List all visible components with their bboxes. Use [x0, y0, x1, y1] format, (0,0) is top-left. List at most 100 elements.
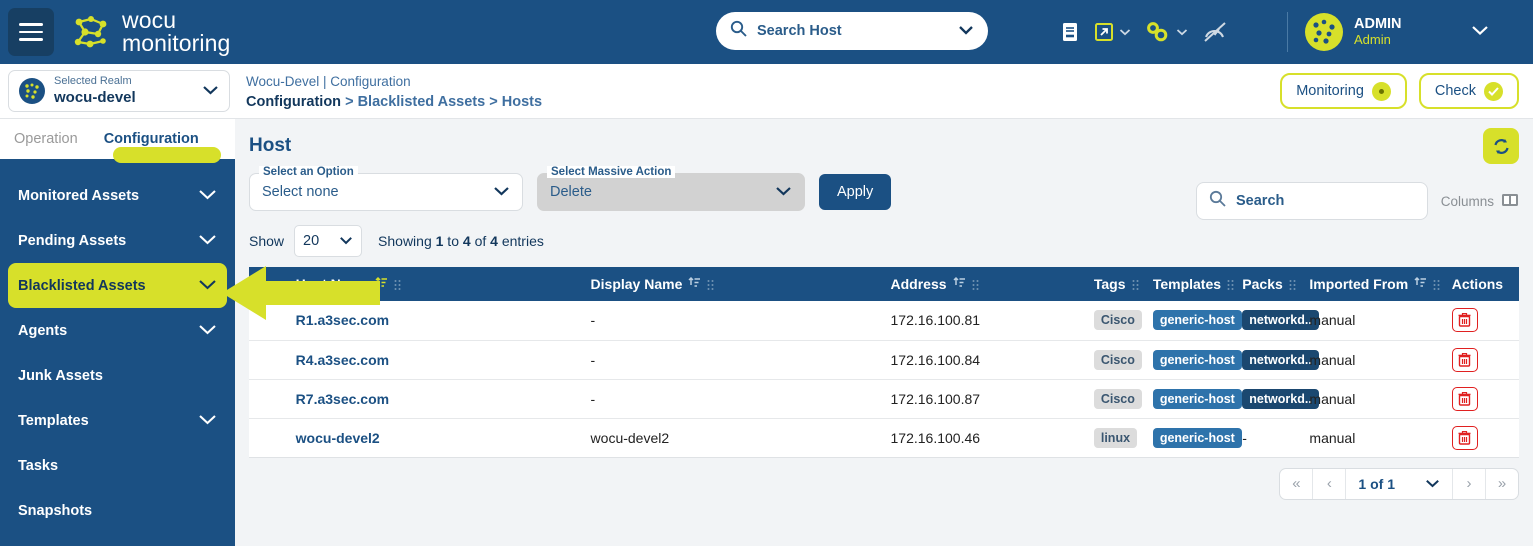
cell-select[interactable]: [249, 418, 290, 457]
first-page-button[interactable]: «: [1280, 469, 1312, 499]
th-templates[interactable]: Templates: [1147, 267, 1236, 301]
chevron-down-icon[interactable]: [339, 232, 353, 250]
th-display-name-label: Display Name: [591, 276, 683, 292]
cell-packs: -: [1236, 418, 1303, 457]
sidebar-item-pending-assets[interactable]: Pending Assets: [8, 218, 227, 263]
sidebar-item-snapshots[interactable]: Snapshots: [8, 488, 227, 533]
column-resize-grip[interactable]: [1433, 278, 1440, 290]
sort-icon[interactable]: [953, 276, 966, 292]
delete-icon[interactable]: [1452, 387, 1478, 411]
sidebar-item-templates[interactable]: Templates: [8, 398, 227, 443]
cell-imported-from: manual: [1303, 418, 1445, 457]
sidebar-item-junk-assets[interactable]: Junk Assets: [8, 353, 227, 398]
showing-mid: of: [471, 233, 490, 249]
template-badge: generic-host: [1153, 389, 1242, 409]
column-resize-grip[interactable]: [1227, 278, 1234, 290]
check-button[interactable]: Check: [1419, 73, 1519, 109]
chevron-down-icon[interactable]: [1119, 23, 1131, 41]
table-row[interactable]: R4.a3sec.com - 172.16.100.84 Cisco gener…: [249, 340, 1519, 379]
breadcrumb-item-configuration[interactable]: Configuration: [246, 94, 341, 110]
delete-icon[interactable]: [1452, 308, 1478, 332]
sidebar-item-monitored-assets[interactable]: Monitored Assets: [8, 173, 227, 218]
column-resize-grip[interactable]: [707, 278, 714, 290]
eye-icon: [1372, 82, 1391, 101]
cell-select[interactable]: [249, 340, 290, 379]
cell-actions: [1446, 340, 1519, 379]
sidebar-item-agents[interactable]: Agents: [8, 308, 227, 353]
pagination-controls: « ‹ 1 of 1 › »: [1279, 468, 1519, 500]
burger-line: [19, 23, 43, 26]
sort-icon[interactable]: [688, 276, 701, 292]
host-search-box[interactable]: Search Host: [716, 12, 988, 50]
dashboard-off-icon[interactable]: [1202, 20, 1228, 44]
chevron-down-icon[interactable]: [958, 22, 974, 40]
sub-header-bar: Selected Realm wocu-devel Wocu-Devel | C…: [0, 64, 1533, 119]
external-link-icon[interactable]: [1094, 22, 1131, 42]
chevron-down-icon[interactable]: [198, 188, 217, 204]
chevron-down-icon[interactable]: [775, 183, 792, 201]
book-icon[interactable]: [1060, 21, 1080, 43]
column-resize-grip[interactable]: [1132, 278, 1139, 290]
chevron-down-icon[interactable]: [198, 413, 217, 429]
select-option-dropdown[interactable]: Select an Option Select none: [249, 173, 523, 211]
sidebar-nav: Monitored Assets Pending Assets Blacklis…: [0, 159, 235, 533]
prev-page-button[interactable]: ‹: [1313, 469, 1345, 499]
gears-icon[interactable]: [1145, 21, 1188, 43]
host-link[interactable]: wocu-devel2: [296, 430, 380, 446]
chevron-down-icon[interactable]: [493, 183, 510, 201]
refresh-button[interactable]: [1483, 128, 1519, 164]
menu-toggle-button[interactable]: [8, 8, 54, 56]
chevron-down-icon[interactable]: [198, 278, 217, 294]
delete-icon[interactable]: [1452, 426, 1478, 450]
table-row[interactable]: R7.a3sec.com - 172.16.100.87 Cisco gener…: [249, 379, 1519, 418]
breadcrumb-item-hosts[interactable]: Hosts: [502, 94, 542, 110]
chevron-down-icon[interactable]: [198, 233, 217, 249]
table-row[interactable]: R1.a3sec.com - 172.16.100.81 Cisco gener…: [249, 301, 1519, 340]
th-packs[interactable]: Packs: [1236, 267, 1303, 301]
th-display-name[interactable]: Display Name: [585, 267, 885, 301]
chevron-down-icon[interactable]: [1471, 23, 1489, 41]
tab-operation[interactable]: Operation: [14, 131, 78, 147]
column-resize-grip[interactable]: [972, 278, 979, 290]
realm-selector[interactable]: Selected Realm wocu-devel: [8, 70, 230, 112]
last-page-button[interactable]: »: [1486, 469, 1518, 499]
th-tags[interactable]: Tags: [1088, 267, 1147, 301]
breadcrumb-item-blacklisted[interactable]: Blacklisted Assets: [358, 94, 486, 110]
th-address[interactable]: Address: [885, 267, 1088, 301]
host-link[interactable]: R4.a3sec.com: [296, 352, 389, 368]
monitoring-label: Monitoring: [1296, 83, 1364, 99]
cell-imported-from: manual: [1303, 340, 1445, 379]
page-size-select[interactable]: 20: [294, 225, 362, 257]
massive-action-dropdown[interactable]: Select Massive Action Delete: [537, 173, 805, 211]
sidebar-item-tasks[interactable]: Tasks: [8, 443, 227, 488]
table-row[interactable]: wocu-devel2 wocu-devel2 172.16.100.46 li…: [249, 418, 1519, 457]
column-resize-grip[interactable]: [1289, 278, 1296, 290]
cell-select[interactable]: [249, 379, 290, 418]
user-menu[interactable]: ADMIN Admin: [1305, 0, 1505, 64]
chevron-down-icon[interactable]: [198, 323, 217, 339]
next-page-button[interactable]: ›: [1453, 469, 1485, 499]
cell-display-name: wocu-devel2: [585, 418, 885, 457]
chevron-down-icon[interactable]: [1176, 23, 1188, 41]
host-link[interactable]: R7.a3sec.com: [296, 391, 389, 407]
apply-button[interactable]: Apply: [819, 174, 891, 210]
breadcrumb-path: Configuration > Blacklisted Assets > Hos…: [246, 92, 542, 114]
chevron-down-icon[interactable]: [1425, 475, 1440, 493]
page-select[interactable]: 1 of 1: [1346, 475, 1452, 493]
brand-logo[interactable]: wocu monitoring: [72, 9, 230, 56]
table-search-box[interactable]: Search: [1196, 182, 1428, 220]
cell-tags: Cisco: [1088, 379, 1147, 418]
columns-toggle[interactable]: Columns: [1441, 192, 1519, 211]
pack-badge: networkd..: [1242, 310, 1319, 330]
tab-configuration[interactable]: Configuration: [104, 131, 199, 147]
column-resize-grip[interactable]: [394, 278, 401, 290]
monitoring-button[interactable]: Monitoring: [1280, 73, 1407, 109]
delete-icon[interactable]: [1452, 348, 1478, 372]
cell-templates: generic-host: [1147, 340, 1236, 379]
cell-address: 172.16.100.46: [885, 418, 1088, 457]
cell-host-name: R7.a3sec.com: [290, 379, 585, 418]
sort-icon[interactable]: [1414, 276, 1427, 292]
th-imported-from[interactable]: Imported From: [1303, 267, 1445, 301]
sidebar-item-blacklisted-assets[interactable]: Blacklisted Assets: [8, 263, 227, 308]
chevron-down-icon[interactable]: [202, 82, 219, 100]
